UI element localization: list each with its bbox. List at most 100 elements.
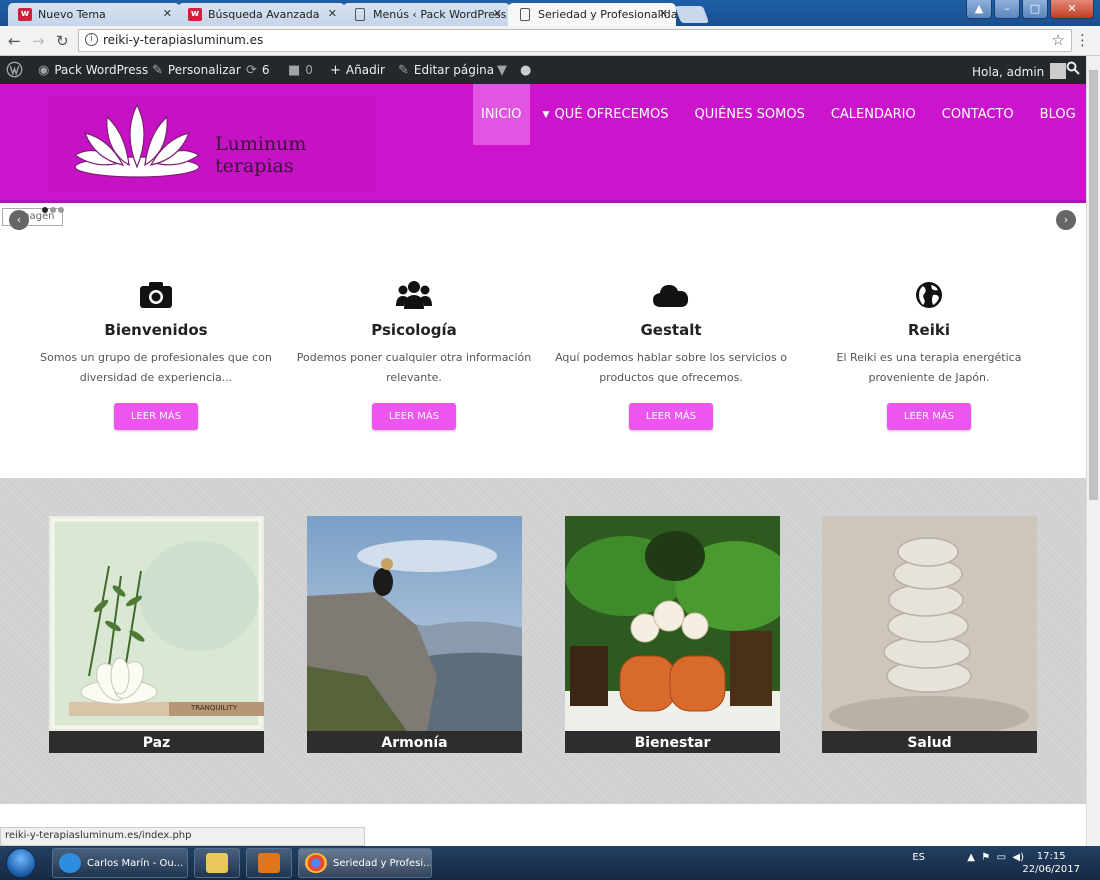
nav-item-quienes-somos[interactable]: QUIÉNES SOMOS xyxy=(682,84,818,145)
customize-link[interactable]: ✎ Personalizar xyxy=(152,63,241,78)
taskbar-app-label: Seriedad y Profesi... xyxy=(333,858,432,869)
comments-link[interactable]: ■ 0 xyxy=(288,63,313,78)
feature-psicologia: Psicología Podemos poner cualquier otra … xyxy=(294,278,534,430)
feature-title: Gestalt xyxy=(640,321,702,339)
url-text: reiki-y-terapiasluminum.es xyxy=(103,33,264,47)
scrollbar-thumb[interactable] xyxy=(1089,70,1098,500)
slider-dot[interactable] xyxy=(58,207,64,213)
reload-icon[interactable]: ↻ xyxy=(56,32,69,50)
close-tab-icon[interactable]: ✕ xyxy=(659,7,668,20)
tab-busqueda-avanzada[interactable]: w Búsqueda Avanzada ✕ xyxy=(178,3,345,26)
my-account-link[interactable]: Hola, admin xyxy=(972,63,1067,79)
forward-arrow-icon[interactable]: → xyxy=(32,32,45,50)
close-tab-icon[interactable]: ✕ xyxy=(163,7,172,20)
close-tab-icon[interactable]: ✕ xyxy=(328,7,337,20)
url-input[interactable]: i reiki-y-terapiasluminum.es ☆ xyxy=(78,29,1072,52)
taskbar-clock[interactable]: 17:15 22/06/2017 xyxy=(1022,850,1080,876)
comments-count: 0 xyxy=(305,63,313,77)
add-new-label: Añadir xyxy=(345,63,385,77)
feature-bienvenidos: Bienvenidos Somos un grupo de profesiona… xyxy=(36,278,276,430)
read-more-button[interactable]: LEER MÁS xyxy=(372,403,456,430)
nav-item-calendario[interactable]: CALENDARIO xyxy=(818,84,929,145)
nav-item-blog[interactable]: BLOG xyxy=(1027,84,1089,145)
clock-time: 17:15 xyxy=(1036,851,1066,862)
cloud-icon xyxy=(551,278,791,312)
read-more-button[interactable]: LEER MÁS xyxy=(629,403,713,430)
search-icon[interactable] xyxy=(1066,61,1080,78)
document-icon xyxy=(520,8,530,21)
page-scrollbar[interactable] xyxy=(1086,56,1100,846)
read-more-button[interactable]: LEER MÁS xyxy=(887,403,971,430)
tab-label: Seriedad y Profesionalida xyxy=(538,8,676,21)
tab-menus[interactable]: Menús ‹ Pack WordPress ✕ xyxy=(343,3,510,26)
taskbar-explorer[interactable] xyxy=(194,848,240,878)
new-tab-button[interactable] xyxy=(674,6,710,23)
taskbar-chrome-window[interactable]: Seriedad y Profesi... xyxy=(298,848,432,878)
language-indicator[interactable]: ES xyxy=(912,852,925,863)
taskbar-ie-window[interactable]: Carlos Marín - Ou... xyxy=(52,848,188,878)
nav-item-que-ofrecemos[interactable]: ▼ QUÉ OFRECEMOS xyxy=(530,84,682,145)
slider-dot[interactable] xyxy=(42,207,48,213)
feature-text: Somos un grupo de profesionales que con … xyxy=(40,351,272,384)
gallery-image: TRANQUILITY xyxy=(49,516,264,731)
gallery-card-bienestar[interactable]: Bienestar xyxy=(565,516,780,753)
system-tray-icons[interactable]: ▲ ⚑ ▭ ◀) xyxy=(967,852,1024,863)
start-button[interactable] xyxy=(6,848,36,878)
slider-dots xyxy=(42,207,64,213)
gallery-caption: Salud xyxy=(822,731,1037,753)
nav-item-inicio[interactable]: INICIO xyxy=(473,84,530,145)
gallery-caption: Bienestar xyxy=(565,731,780,753)
image-label: TRANQUILITY xyxy=(191,704,238,712)
document-icon xyxy=(355,8,365,21)
yoast-seo-icon[interactable]: ▼ xyxy=(497,63,512,78)
feature-gestalt: Gestalt Aquí podemos hablar sobre los se… xyxy=(551,278,791,430)
close-tab-icon[interactable]: ✕ xyxy=(493,7,502,20)
back-arrow-icon[interactable]: ← xyxy=(8,32,21,50)
tab-seriedad-active[interactable]: Seriedad y Profesionalida ✕ xyxy=(508,3,676,27)
chrome-icon xyxy=(305,853,327,873)
internet-explorer-icon xyxy=(59,853,81,873)
edit-page-link[interactable]: ✎ Editar página xyxy=(398,63,494,78)
wordpress-logo-icon[interactable] xyxy=(6,61,23,81)
tab-nuevo-tema[interactable]: w Nuevo Tema ✕ xyxy=(8,3,180,26)
image-gallery: TRANQUILITY Paz Armonía Bienestar Salud xyxy=(0,478,1086,804)
feature-reiki: Reiki El Reiki es una terapia energética… xyxy=(809,278,1049,430)
nav-item-contacto[interactable]: CONTACTO xyxy=(929,84,1027,145)
chrome-menu-icon[interactable]: ⋮ xyxy=(1075,31,1090,49)
feature-title: Reiki xyxy=(908,321,950,339)
updates-icon: ⟳ xyxy=(246,63,257,78)
nav-label: QUÉ OFRECEMOS xyxy=(554,107,669,122)
user-profile-icon[interactable]: ▲ xyxy=(966,0,992,19)
status-bar-url: reiki-y-terapiasluminum.es/index.php xyxy=(0,827,365,846)
slider-dot[interactable] xyxy=(50,207,56,213)
camera-icon xyxy=(36,278,276,312)
slider-prev-button[interactable]: ‹ xyxy=(9,210,29,230)
pencil-icon: ✎ xyxy=(398,63,409,78)
add-new-link[interactable]: + Añadir xyxy=(330,63,385,78)
wp-admin-bar: ◉ Pack WordPress ✎ Personalizar ⟳ 6 ■ 0 + Aña… xyxy=(0,56,1086,84)
feature-title: Bienvenidos xyxy=(104,321,208,339)
users-icon xyxy=(294,278,534,312)
gallery-card-paz[interactable]: TRANQUILITY Paz xyxy=(49,516,264,753)
media-player-icon xyxy=(258,853,280,873)
minimize-button[interactable]: – xyxy=(994,0,1020,19)
gallery-caption: Armonía xyxy=(307,731,522,753)
read-more-button[interactable]: LEER MÁS xyxy=(114,403,198,430)
updates-link[interactable]: ⟳ 6 xyxy=(246,63,270,78)
close-window-button[interactable]: ✕ xyxy=(1050,0,1094,19)
feature-text: Aquí podemos hablar sobre los servicios … xyxy=(555,351,787,384)
comment-icon: ■ xyxy=(288,63,301,78)
window-controls: ▲ – □ ✕ xyxy=(966,0,1094,20)
site-logo[interactable]: Luminum terapias xyxy=(49,95,376,192)
bookmark-star-icon[interactable]: ☆ xyxy=(1052,31,1065,49)
gallery-card-armonia[interactable]: Armonía xyxy=(307,516,522,753)
folder-icon xyxy=(206,853,228,873)
slider-next-button[interactable]: › xyxy=(1056,210,1076,230)
gallery-card-salud[interactable]: Salud xyxy=(822,516,1037,753)
maximize-button[interactable]: □ xyxy=(1022,0,1048,19)
logo-text: Luminum terapias xyxy=(215,133,307,177)
site-favicon-icon: w xyxy=(18,8,32,21)
taskbar-media-player[interactable] xyxy=(246,848,292,878)
info-icon[interactable]: i xyxy=(85,33,98,46)
site-name-link[interactable]: ◉ Pack WordPress xyxy=(38,63,148,78)
